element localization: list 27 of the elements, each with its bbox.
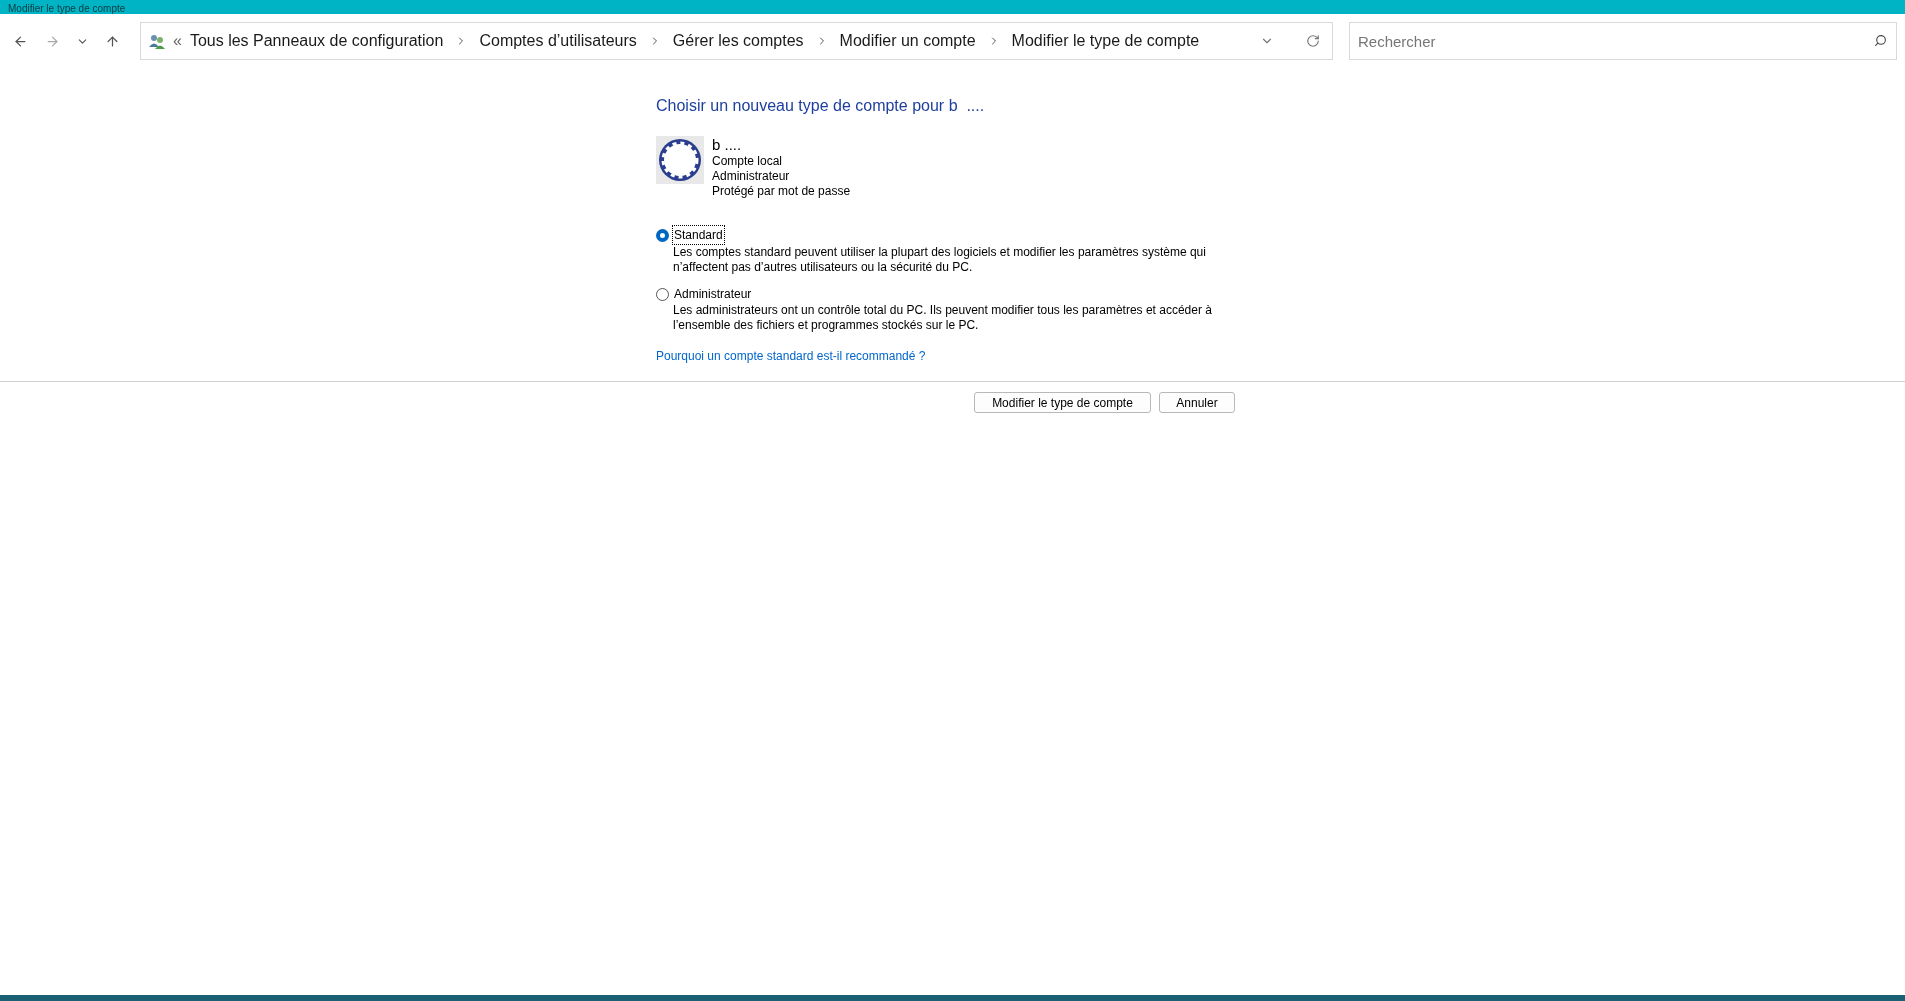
radio-button[interactable] — [656, 287, 669, 301]
search-icon — [1874, 34, 1887, 47]
overflow-chevron[interactable]: « — [173, 29, 182, 53]
forward-arrow-icon — [44, 33, 60, 49]
address-bar[interactable]: « Tous les Panneaux de configuration Comptes d’utilisateurs Gérer les comptes Modifier un compte Modifier le type de compte — [140, 22, 1333, 60]
help-link[interactable]: Pourquoi un compte standard est-il recommandé ? — [656, 347, 926, 365]
breadcrumb[interactable]: Modifier un compte — [839, 29, 976, 53]
account-detail: Compte local — [712, 154, 784, 169]
search-field[interactable]: Rechercher — [1349, 22, 1897, 60]
radio-button[interactable] — [656, 228, 669, 242]
cancel-button[interactable]: Annuler — [1159, 392, 1235, 413]
users-icon — [149, 33, 165, 49]
breadcrumb[interactable]: Comptes d’utilisateurs — [479, 29, 637, 53]
option-description: Les comptes standard peuvent utiliser la plupart des logiciels et modifier les paramètres système qui n’affectent pas d’autres utilisateurs ou la sécurité du PC. — [672, 245, 1207, 275]
window-title: Modifier le type de compte — [8, 3, 126, 14]
breadcrumb[interactable]: Modifier le type de compte — [1011, 29, 1200, 53]
breadcrumb[interactable]: Gérer les comptes — [672, 29, 804, 53]
radio-label[interactable]: Administrateur — [672, 285, 754, 303]
change-account-type-button[interactable]: Modifier le type de compte — [974, 392, 1151, 413]
page-heading: Choisir un nouveau type de compte pour b .... — [656, 96, 986, 116]
account-name: b .... — [712, 136, 743, 154]
radio-label[interactable]: Standard — [672, 225, 725, 245]
account-detail: Administrateur — [712, 169, 791, 184]
account-detail: Protégé par mot de passe — [712, 184, 851, 199]
refresh-icon[interactable] — [1306, 34, 1320, 48]
option-description: Les administrateurs ont un contrôle total du PC. Ils peuvent modifier tous les paramètres et accéder à l’ensemble des fichiers et programmes stockés sur le PC. — [672, 303, 1213, 333]
breadcrumb[interactable]: Tous les Panneaux de configuration — [189, 29, 444, 53]
